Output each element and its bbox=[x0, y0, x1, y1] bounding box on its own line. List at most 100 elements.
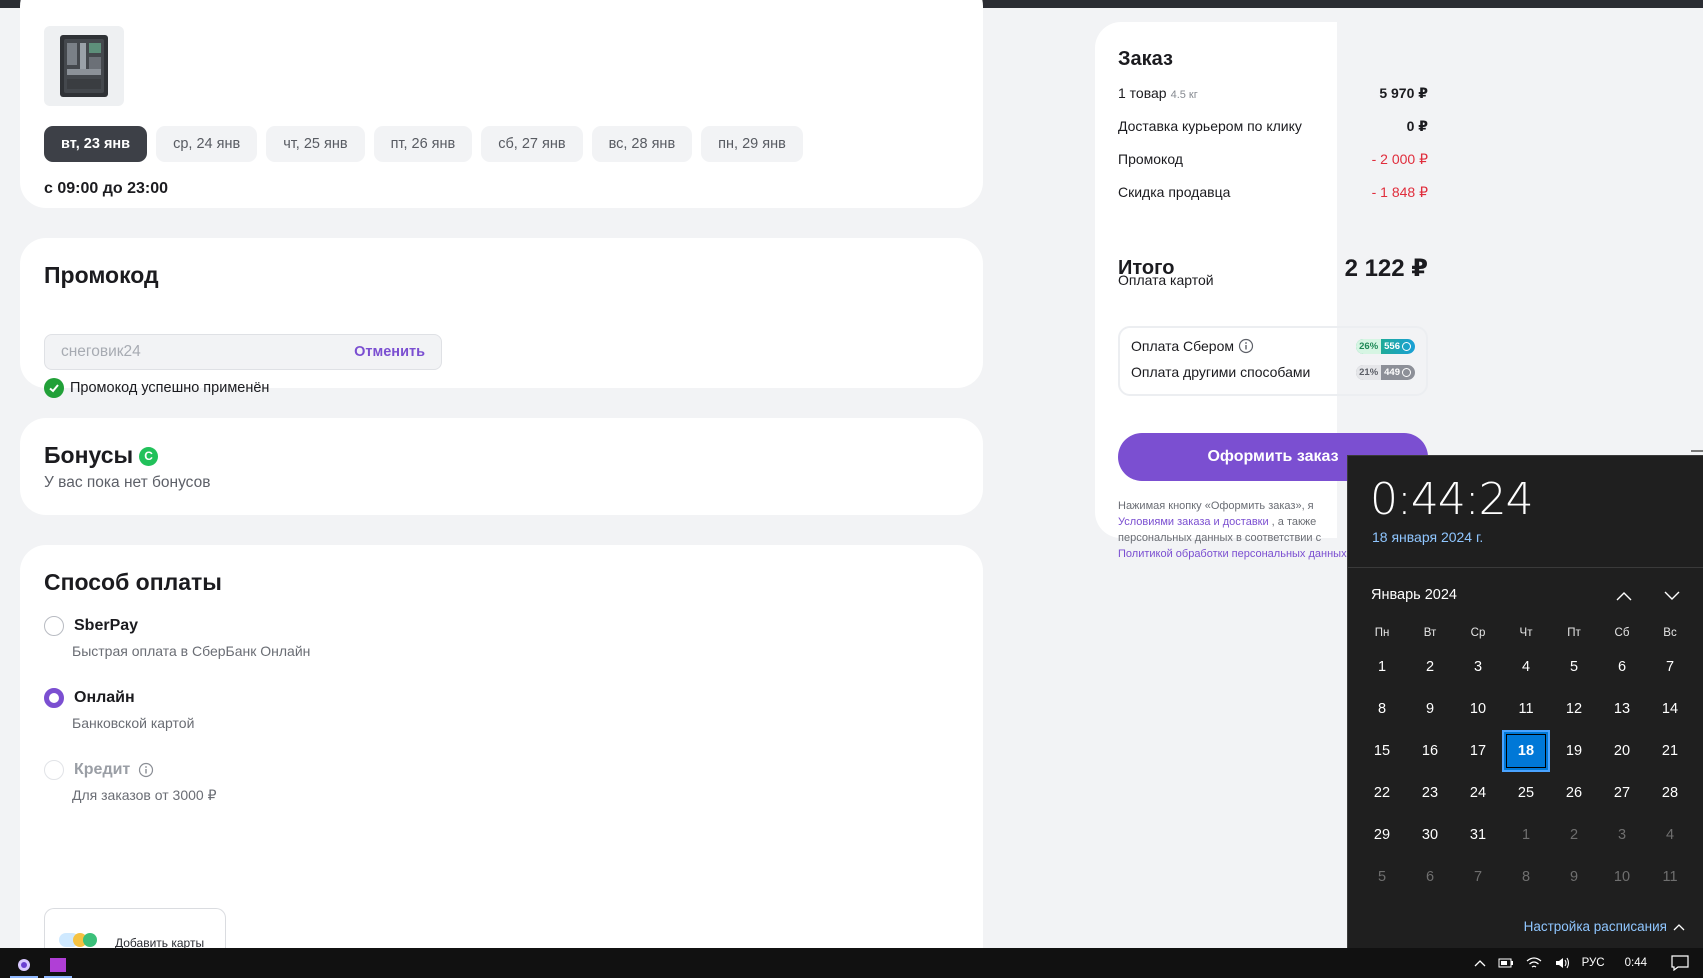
calendar-day[interactable]: 7 bbox=[1646, 646, 1694, 688]
notifications-icon[interactable] bbox=[1671, 955, 1689, 971]
calendar-day[interactable]: 6 bbox=[1598, 646, 1646, 688]
date-chip-mon-29[interactable]: пн, 29 янв bbox=[701, 126, 803, 162]
calendar-day[interactable]: 29 bbox=[1358, 814, 1406, 856]
calendar-day[interactable]: 23 bbox=[1406, 772, 1454, 814]
calendar-day[interactable]: 13 bbox=[1598, 688, 1646, 730]
date-chip-sat-27[interactable]: сб, 27 янв bbox=[481, 126, 583, 162]
browser-app-icon bbox=[18, 959, 30, 971]
calendar-day[interactable]: 24 bbox=[1454, 772, 1502, 814]
calendar-month-label[interactable]: Январь 2024 bbox=[1371, 587, 1457, 603]
radio-online-selected[interactable] bbox=[44, 688, 64, 708]
date-chip-sun-28[interactable]: вс, 28 янв bbox=[591, 126, 693, 162]
calendar-day[interactable]: 19 bbox=[1550, 730, 1598, 772]
promo-cancel-button[interactable]: Отменить bbox=[354, 344, 425, 360]
sber-spasibo-icon: С bbox=[139, 446, 159, 466]
payment-option-online[interactable]: Онлайн bbox=[44, 688, 135, 708]
bonus-options-box: Оплата Сбером 26% 556 Оплата другими спо… bbox=[1118, 326, 1428, 396]
calendar-day[interactable]: 4 bbox=[1502, 646, 1550, 688]
calendar-day[interactable]: 1 bbox=[1358, 646, 1406, 688]
date-chip-thu-25[interactable]: чт, 25 янв bbox=[266, 126, 365, 162]
calendar-day[interactable]: 26 bbox=[1550, 772, 1598, 814]
delivery-card bbox=[20, 0, 983, 208]
chevron-up-icon[interactable] bbox=[1610, 584, 1638, 608]
info-icon[interactable] bbox=[1238, 338, 1254, 354]
calendar-day[interactable]: 25 bbox=[1502, 772, 1550, 814]
calendar-day[interactable]: 21 bbox=[1646, 730, 1694, 772]
radio-sberpay[interactable] bbox=[44, 616, 64, 636]
calendar-day[interactable]: 7 bbox=[1454, 856, 1502, 898]
calendar-day[interactable]: 10 bbox=[1598, 856, 1646, 898]
calendar-day[interactable]: 12 bbox=[1550, 688, 1598, 730]
calendar-day-today[interactable]: 18 bbox=[1502, 730, 1550, 772]
calendar-day[interactable]: 16 bbox=[1406, 730, 1454, 772]
weekday-header: Вс bbox=[1663, 627, 1677, 639]
product-thumbnail[interactable] bbox=[44, 26, 124, 106]
summary-promo-label: Промокод bbox=[1118, 151, 1183, 167]
calendar-day[interactable]: 3 bbox=[1454, 646, 1502, 688]
calendar-day[interactable]: 28 bbox=[1646, 772, 1694, 814]
weekday-header: Ср bbox=[1470, 627, 1486, 639]
summary-pay-method-text: Оплата картой bbox=[1118, 272, 1214, 288]
calendar-day[interactable]: 10 bbox=[1454, 688, 1502, 730]
delivery-date-selector: вт, 23 янв ср, 24 янв чт, 25 янв пт, 26 … bbox=[44, 126, 803, 162]
promo-code-input[interactable]: снеговик24 bbox=[61, 343, 141, 361]
taskbar-app-browser[interactable] bbox=[6, 952, 42, 978]
calendar-day[interactable]: 5 bbox=[1358, 856, 1406, 898]
calendar-day[interactable]: 2 bbox=[1406, 646, 1454, 688]
bonus-pill-other: 21% 449 bbox=[1356, 364, 1415, 380]
calendar-day[interactable]: 17 bbox=[1454, 730, 1502, 772]
calendar-day[interactable]: 31 bbox=[1454, 814, 1502, 856]
terms-link[interactable]: Условиями заказа и доставки bbox=[1118, 516, 1269, 528]
calendar-day[interactable]: 11 bbox=[1646, 856, 1694, 898]
battery-icon[interactable] bbox=[1498, 957, 1514, 969]
scrollbar-marker[interactable] bbox=[1691, 450, 1703, 452]
calendar-day[interactable]: 20 bbox=[1598, 730, 1646, 772]
summary-seller-discount-row: Скидка продавца - 1 848 ₽ bbox=[1118, 184, 1428, 201]
privacy-policy-link[interactable]: Политикой обработки персональных данных bbox=[1118, 546, 1348, 562]
calendar-day[interactable]: 30 bbox=[1406, 814, 1454, 856]
calendar-day[interactable]: 14 bbox=[1646, 688, 1694, 730]
flyout-clock: 0:44:24 bbox=[1370, 474, 1534, 525]
date-chip-fri-26[interactable]: пт, 26 янв bbox=[373, 126, 473, 162]
chevron-up-icon[interactable] bbox=[1474, 959, 1486, 967]
payment-option-sberpay[interactable]: SberPay bbox=[44, 616, 138, 636]
calendar-day[interactable]: 8 bbox=[1358, 688, 1406, 730]
calendar-day[interactable]: 15 bbox=[1358, 730, 1406, 772]
windows-calendar-flyout: 0:44:24 18 января 2024 г. Январь 2024 Пн… bbox=[1347, 455, 1703, 948]
volume-icon[interactable] bbox=[1554, 956, 1570, 970]
summary-title: Заказ bbox=[1118, 48, 1173, 70]
summary-items-label: 1 товар bbox=[1118, 85, 1167, 101]
calendar-day[interactable]: 27 bbox=[1598, 772, 1646, 814]
calendar-day[interactable]: 4 bbox=[1646, 814, 1694, 856]
info-icon[interactable] bbox=[138, 762, 154, 778]
schedule-settings-link[interactable]: Настройка расписания bbox=[1524, 919, 1685, 934]
calendar-day[interactable]: 22 bbox=[1358, 772, 1406, 814]
calendar-day[interactable]: 5 bbox=[1550, 646, 1598, 688]
calendar-day[interactable]: 3 bbox=[1598, 814, 1646, 856]
input-language[interactable]: РУС bbox=[1582, 957, 1605, 969]
calendar-day[interactable]: 9 bbox=[1550, 856, 1598, 898]
weekday-header: Чт bbox=[1519, 627, 1533, 639]
bonus-pill-sber: 26% 556 bbox=[1356, 338, 1415, 354]
bonus-coin-icon bbox=[1402, 341, 1411, 351]
calendar-day[interactable]: 11 bbox=[1502, 688, 1550, 730]
calendar-day[interactable]: 8 bbox=[1502, 856, 1550, 898]
calendar-day[interactable]: 6 bbox=[1406, 856, 1454, 898]
legal-text: Нажимая кнопку «Оформить заказ», я Услов… bbox=[1118, 498, 1348, 562]
taskbar-clock[interactable]: 0:44 bbox=[1625, 957, 1647, 969]
date-chip-wed-24[interactable]: ср, 24 янв bbox=[156, 126, 258, 162]
calendar-day[interactable]: 2 bbox=[1550, 814, 1598, 856]
calendar-day[interactable]: 1 bbox=[1502, 814, 1550, 856]
wifi-icon[interactable] bbox=[1526, 956, 1542, 970]
bonus-amount: 556 bbox=[1384, 340, 1400, 352]
chevron-down-icon[interactable] bbox=[1658, 584, 1686, 608]
flyout-date-link[interactable]: 18 января 2024 г. bbox=[1372, 529, 1483, 545]
summary-delivery-label: Доставка курьером по клику bbox=[1118, 118, 1302, 134]
date-chip-tue-23[interactable]: вт, 23 янв bbox=[44, 126, 148, 162]
payment-option-credit: Кредит bbox=[44, 760, 154, 780]
bonus-row-sber: Оплата Сбером 26% 556 bbox=[1131, 338, 1415, 354]
summary-promo-value: - 2 000 ₽ bbox=[1371, 151, 1428, 167]
promo-code-field[interactable]: снеговик24 Отменить bbox=[44, 334, 442, 370]
calendar-day[interactable]: 9 bbox=[1406, 688, 1454, 730]
taskbar-app-other[interactable] bbox=[40, 952, 76, 978]
